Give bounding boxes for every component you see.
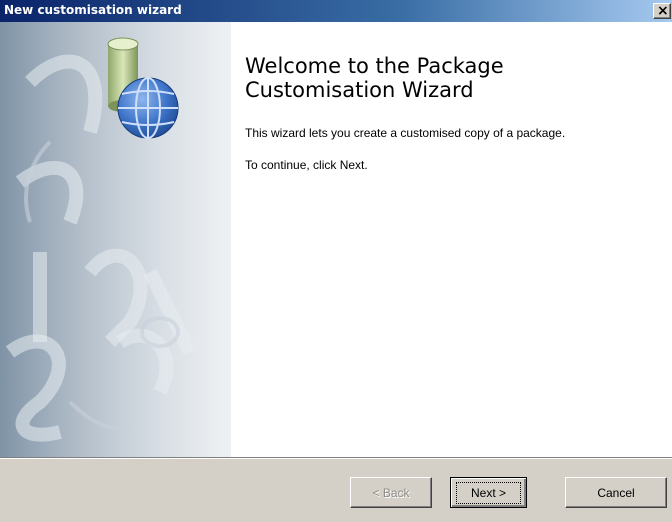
back-button-label: < Back	[372, 485, 410, 500]
next-button-label: Next >	[455, 481, 521, 504]
back-button[interactable]: < Back	[350, 477, 432, 508]
heading-line-1: Welcome to the Package	[245, 54, 504, 78]
wizard-instruction: To continue, click Next.	[245, 158, 368, 172]
cancel-button[interactable]: Cancel	[565, 477, 667, 508]
wizard-window: New customisation wizard × Welcome to th…	[0, 0, 672, 522]
cancel-button-label: Cancel	[597, 485, 635, 500]
wizard-description: This wizard lets you create a customised…	[245, 126, 566, 140]
title-bar[interactable]: New customisation wizard ×	[0, 0, 672, 22]
wizard-side-banner	[0, 22, 231, 457]
heading-line-2: Customisation Wizard	[245, 78, 474, 102]
wizard-heading: Welcome to the Package Customisation Wiz…	[245, 54, 665, 102]
wizard-content: Welcome to the Package Customisation Wiz…	[231, 22, 672, 457]
banner-artwork	[0, 22, 231, 457]
close-button[interactable]: ×	[653, 3, 671, 19]
close-icon: ×	[657, 3, 669, 19]
window-title: New customisation wizard	[4, 3, 182, 17]
next-button[interactable]: Next >	[450, 477, 527, 508]
footer-divider-highlight	[0, 458, 672, 459]
